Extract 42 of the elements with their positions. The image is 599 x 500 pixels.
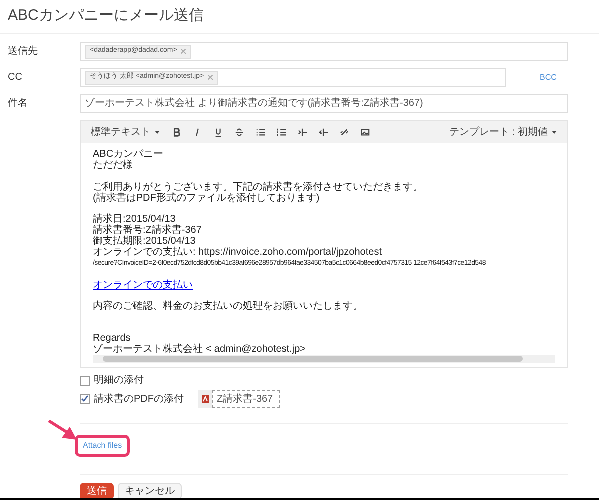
numbered-list-icon[interactable] — [277, 128, 286, 136]
format-dropdown[interactable]: 標準テキスト — [91, 124, 160, 140]
field-label: 送信先 — [8, 44, 39, 59]
body-text: ご利用ありがとうございます。下記の請求書を添付させていただきます。 — [93, 182, 424, 192]
indent-icon[interactable] — [298, 128, 307, 136]
body-text: (請求書はPDF形式のファイルを添付しております) — [93, 192, 321, 204]
bulleted-list-icon[interactable] — [256, 128, 265, 136]
close-icon — [181, 49, 186, 54]
underline-icon[interactable] — [214, 128, 223, 136]
outdent-icon[interactable] — [319, 128, 328, 136]
attachment-file[interactable]: Z請求書-367 — [212, 390, 280, 408]
bold-icon[interactable] — [172, 128, 181, 136]
send-button[interactable]: 送信 — [80, 483, 114, 498]
cancel-button[interactable]: キャンセル — [118, 483, 182, 498]
image-icon[interactable] — [361, 128, 370, 136]
caret-icon — [155, 130, 160, 134]
checkbox-label: 請求書のPDFの添付 — [94, 392, 184, 406]
pointer-arrow — [48, 420, 78, 442]
body-text: 御支払期限:2015/04/13 — [93, 236, 197, 247]
italic-icon[interactable] — [193, 128, 202, 136]
field-label: CC — [8, 71, 24, 85]
body-text: 請求書番号:Z請求書-367 — [93, 225, 203, 236]
strikethrough-icon[interactable] — [235, 128, 244, 136]
payment-link[interactable]: オンラインでの支払い — [93, 280, 193, 290]
body-text: オンラインでの支払い: https://invoice.zoho.com/portal/jpzohotest — [93, 247, 383, 258]
subject-field[interactable]: ゾーホーテスト株式会社 より御請求書の通知です(請求書番号:Z請求書-367) — [80, 94, 568, 113]
body-text: Regards — [93, 333, 132, 344]
body-text: ABCカンパニー — [93, 149, 165, 160]
check-icon — [81, 395, 89, 403]
field-label: 件名 — [8, 97, 29, 111]
checkbox-label: 明細の添付 — [94, 374, 144, 388]
body-text: ただだ様 — [93, 160, 134, 171]
template-dropdown[interactable]: テンプレート : 初期値 — [450, 124, 557, 140]
pdf-icon — [202, 395, 208, 403]
window-title: ABCカンパニーにメール送信 — [8, 6, 204, 26]
body-text: ゾーホーテスト株式会社 < admin@zohotest.jp> — [93, 344, 307, 355]
checkbox[interactable] — [80, 376, 90, 386]
body-text: 内容のご確認、料金のお支払いの処理をお願いいたします。 — [93, 301, 364, 312]
caret-icon — [552, 130, 557, 134]
checkbox[interactable] — [80, 394, 90, 404]
close-icon — [208, 75, 214, 80]
body-text: 請求日:2015/04/13 — [93, 214, 176, 225]
